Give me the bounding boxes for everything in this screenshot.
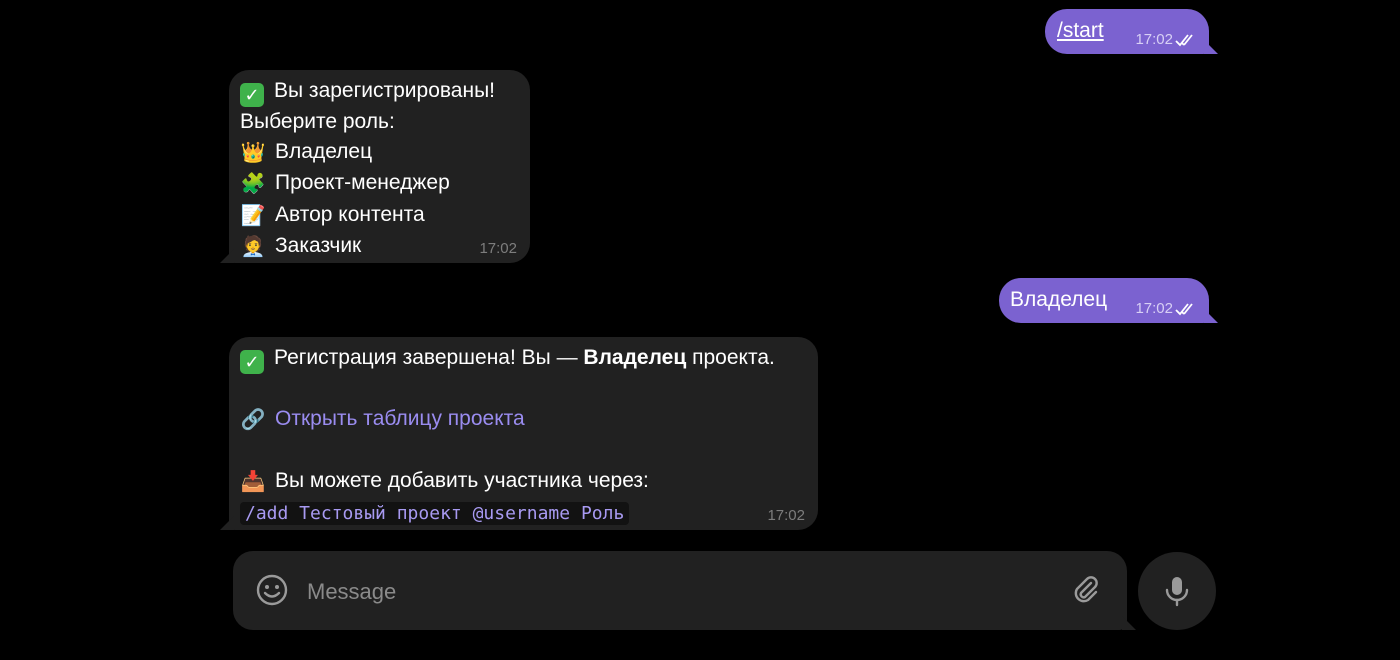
- incoming-message-registered: ✓ Вы зарегистрированы! Выберите роль: 👑 Вл…: [220, 70, 530, 263]
- role-owner: 👑 Владелец: [240, 137, 495, 169]
- incoming-message-complete: ✓ Регистрация завершена! Вы — Владелец пр…: [220, 337, 818, 530]
- message-input[interactable]: [305, 571, 1049, 613]
- add-command-code[interactable]: /add Тестовый проект @username Роль: [240, 502, 630, 525]
- add-member-line: 📥 Вы можете добавить участника через:: [240, 466, 775, 498]
- check-mark-icon: ✓: [240, 350, 264, 374]
- message-time: 17:02: [767, 507, 805, 524]
- puzzle-icon: 🧩: [240, 173, 266, 195]
- choose-role-line: Выберите роль:: [240, 110, 395, 133]
- outgoing-message-start: /start 17:02: [1045, 9, 1218, 54]
- complete-text-end: проекта.: [686, 346, 775, 369]
- message-composer: [233, 551, 1136, 630]
- role-label: Проект-менеджер: [275, 171, 450, 194]
- check-mark-icon: ✓: [240, 83, 264, 107]
- complete-line: ✓ Регистрация завершена! Вы — Владелец пр…: [240, 343, 775, 374]
- time-text: 17:02: [1135, 300, 1173, 317]
- role-project-manager: 🧩 Проект-менеджер: [240, 168, 495, 200]
- outgoing-message-owner: Владелец 17:02: [999, 278, 1218, 323]
- complete-text: Регистрация завершена! Вы —: [274, 346, 584, 369]
- open-table-line: 🔗 Открыть таблицу проекта: [240, 404, 775, 436]
- inbox-tray-icon: 📥: [240, 470, 266, 493]
- role-label: Владелец: [275, 139, 373, 163]
- start-command-link[interactable]: /start: [1057, 19, 1104, 43]
- read-checks-icon: [1175, 33, 1193, 46]
- microphone-button[interactable]: [1138, 552, 1216, 630]
- registered-line: ✓ Вы зарегистрированы!: [240, 76, 495, 107]
- person-icon: 🧑‍💼: [240, 236, 266, 258]
- smile-icon[interactable]: [253, 571, 291, 609]
- paperclip-icon[interactable]: [1069, 573, 1103, 607]
- open-project-table-link[interactable]: Открыть таблицу проекта: [275, 407, 525, 430]
- role-label: Автор контента: [275, 202, 425, 226]
- role-label: Заказчик: [275, 234, 362, 257]
- registered-text: Вы зарегистрированы!: [274, 79, 496, 102]
- role-customer: 🧑‍💼 Заказчик: [240, 231, 495, 263]
- crown-icon: 👑: [240, 141, 266, 164]
- message-time: 17:02: [1135, 31, 1199, 48]
- message-time: 17:02: [479, 240, 517, 257]
- memo-icon: 📝: [240, 204, 266, 227]
- time-text: 17:02: [1135, 31, 1173, 48]
- add-member-text: Вы можете добавить участника через:: [275, 468, 649, 492]
- owner-reply-text: Владелец: [1010, 288, 1108, 311]
- read-checks-icon: [1175, 302, 1193, 315]
- time-text: 17:02: [767, 507, 805, 524]
- role-bold: Владелец: [583, 346, 687, 369]
- message-time: 17:02: [1135, 300, 1199, 317]
- link-icon: 🔗: [240, 409, 266, 431]
- microphone-icon: [1165, 577, 1189, 607]
- time-text: 17:02: [479, 240, 517, 257]
- role-content-author: 📝 Автор контента: [240, 200, 495, 232]
